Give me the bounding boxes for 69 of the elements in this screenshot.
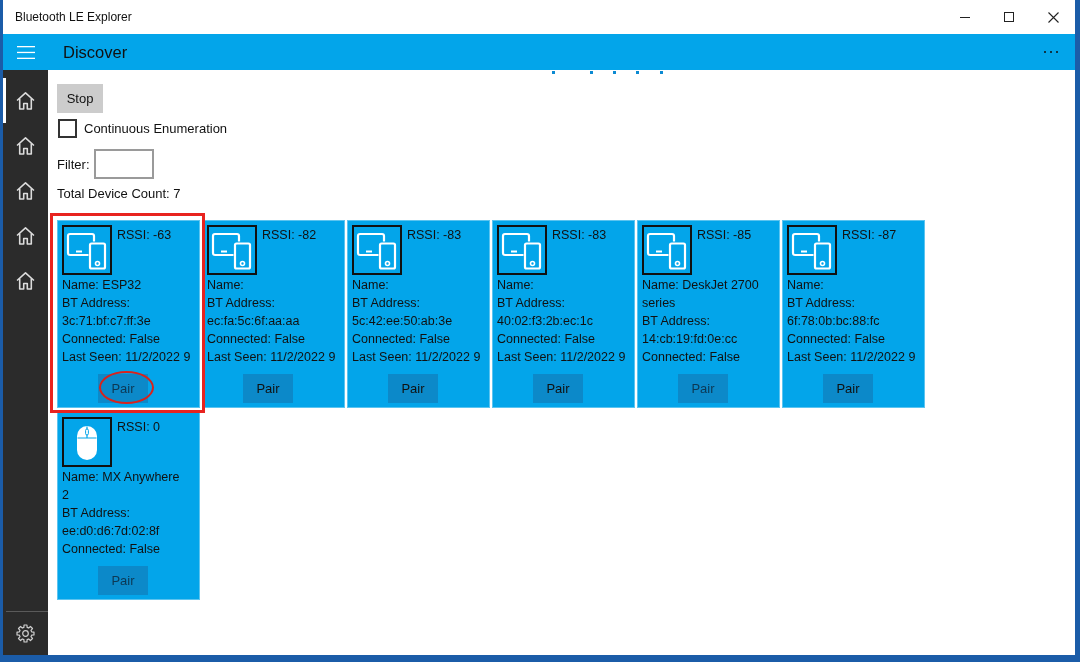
rssi-text: RSSI: -63 xyxy=(117,227,172,244)
connection-status: Connected: False xyxy=(787,331,886,348)
stop-button[interactable]: Stop xyxy=(57,84,103,113)
address-label: BT Address: xyxy=(62,505,131,522)
connection-status: Connected: False xyxy=(497,331,596,348)
address-label: BT Address: xyxy=(497,295,566,312)
minimize-icon xyxy=(960,16,970,18)
last-seen-text: Last Seen: 11/2/2022 9 xyxy=(497,349,627,366)
home-icon xyxy=(16,91,35,110)
connection-status: Connected: False xyxy=(62,331,161,348)
pair-button[interactable]: Pair xyxy=(243,374,293,403)
connection-status: Connected: False xyxy=(352,331,451,348)
last-seen-text: Last Seen: 11/2/2022 9 xyxy=(207,349,337,366)
home-icon xyxy=(16,181,35,200)
address-label: BT Address: xyxy=(207,295,276,312)
mouse-icon xyxy=(62,417,112,467)
device-address: 40:02:f3:2b:ec:1c xyxy=(497,313,594,330)
rssi-text: RSSI: -87 xyxy=(842,227,897,244)
maximize-icon xyxy=(1004,12,1014,22)
device-name: Name: DeskJet 2700 series xyxy=(642,277,760,312)
device-name: Name: xyxy=(352,277,390,294)
device-address: 3c:71:bf:c7:ff:3e xyxy=(62,313,152,330)
filter-label: Filter: xyxy=(57,156,90,172)
last-seen-text: Last Seen: 11/2/2022 9 xyxy=(62,349,192,366)
last-seen-text: Last Seen: 11/2/2022 9 xyxy=(787,349,917,366)
devices-icon xyxy=(207,225,257,275)
device-address: 14:cb:19:fd:0e:cc xyxy=(642,331,739,348)
menu-icon xyxy=(16,45,35,59)
devices-icon xyxy=(497,225,547,275)
enumeration-checkbox[interactable] xyxy=(58,119,77,138)
device-address: 5c:42:ee:50:ab:3e xyxy=(352,313,454,330)
address-label: BT Address: xyxy=(642,313,711,330)
checkbox-label: Continuous Enumeration xyxy=(84,121,228,136)
devices-icon xyxy=(62,225,112,275)
rssi-text: RSSI: -83 xyxy=(407,227,462,244)
connection-status: Connected: False xyxy=(642,349,741,366)
device-address: ee:d0:d6:7d:02:8f xyxy=(62,523,161,540)
rssi-text: RSSI: 0 xyxy=(117,419,161,436)
device-name: Name: ESP32 xyxy=(62,277,143,294)
connection-status: Connected: False xyxy=(62,541,161,558)
device-name: Name: MX Anywhere 2 xyxy=(62,469,181,504)
devices-icon xyxy=(352,225,402,275)
device-address: 6f:78:0b:bc:88:fc xyxy=(787,313,881,330)
address-label: BT Address: xyxy=(352,295,421,312)
device-name: Name: xyxy=(787,277,825,294)
device-address: ec:fa:5c:6f:aa:aa xyxy=(207,313,301,330)
page-title: Discover xyxy=(63,42,128,62)
devices-icon xyxy=(787,225,837,275)
rssi-text: RSSI: -85 xyxy=(697,227,752,244)
connection-status: Connected: False xyxy=(207,331,306,348)
settings-icon xyxy=(16,624,35,643)
pair-button[interactable]: Pair xyxy=(823,374,873,403)
devices-icon xyxy=(642,225,692,275)
filter-field[interactable] xyxy=(93,149,154,179)
pair-button[interactable]: Pair xyxy=(533,374,583,403)
rssi-text: RSSI: -83 xyxy=(552,227,607,244)
rssi-text: RSSI: -82 xyxy=(262,227,317,244)
device-count-text: Total Device Count: 7 xyxy=(57,186,182,202)
device-name: Name: xyxy=(497,277,535,294)
home-icon xyxy=(16,136,35,155)
window-title: Bluetooth LE Explorer xyxy=(15,10,132,24)
home-icon xyxy=(16,226,35,245)
address-label: BT Address: xyxy=(787,295,856,312)
last-seen-text: Last Seen: 11/2/2022 9 xyxy=(352,349,482,366)
pair-button[interactable]: Pair xyxy=(388,374,438,403)
device-name: Name: xyxy=(207,277,245,294)
close-icon xyxy=(1047,11,1059,23)
home-icon xyxy=(16,271,35,290)
address-label: BT Address: xyxy=(62,295,131,312)
